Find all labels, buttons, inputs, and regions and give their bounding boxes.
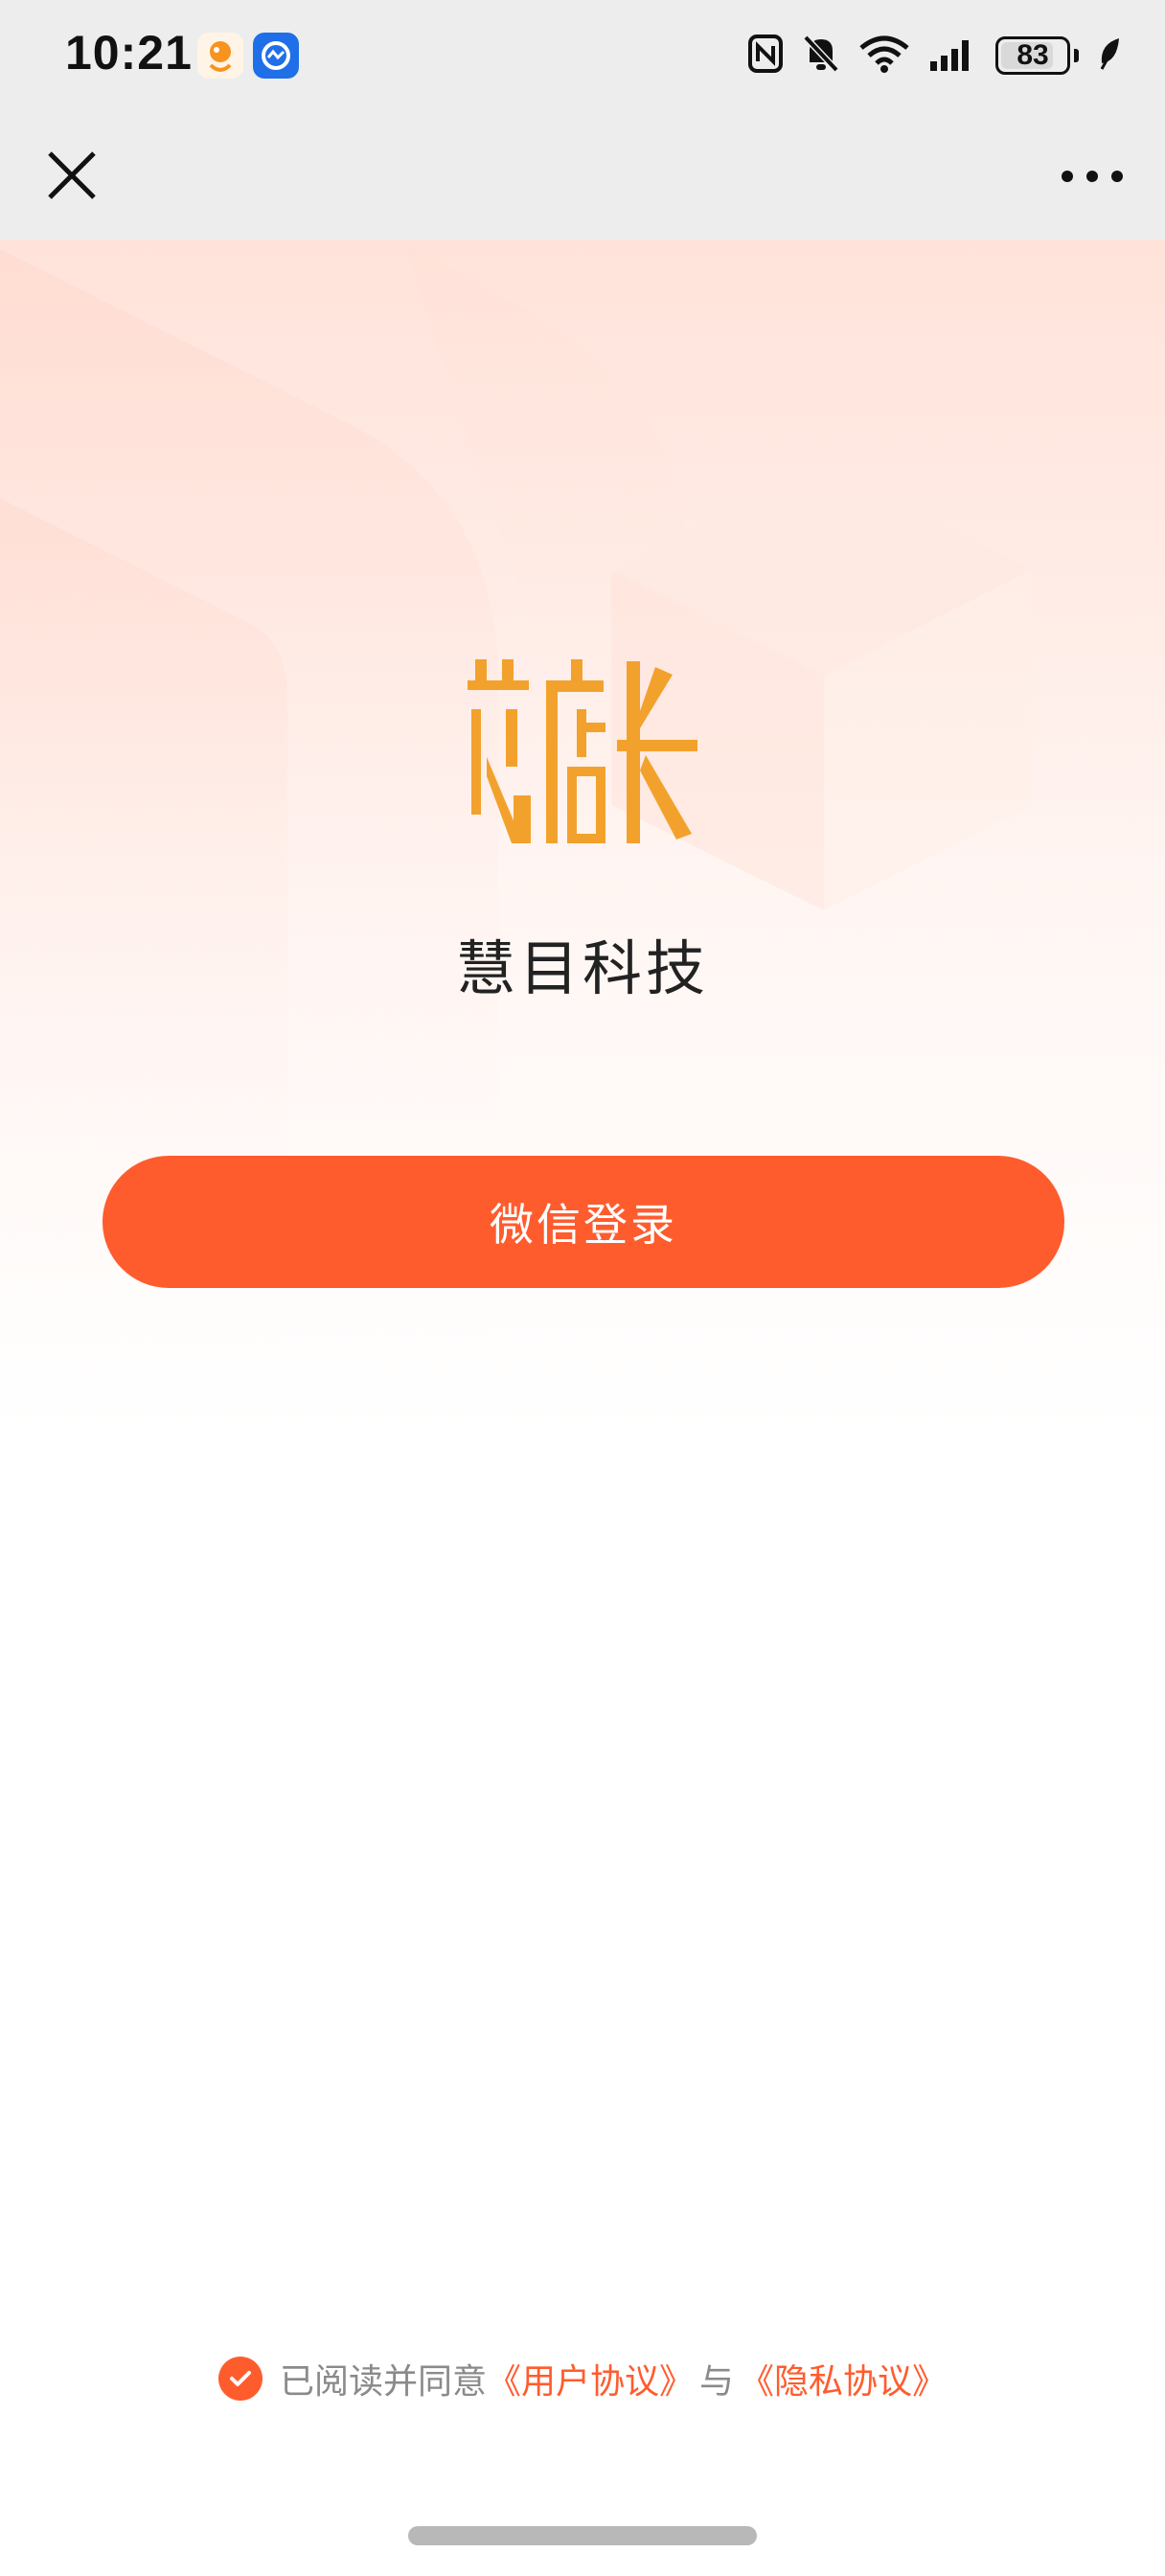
home-indicator[interactable]	[408, 2526, 757, 2545]
check-icon	[229, 2371, 251, 2386]
agreement-prefix: 已阅读并同意	[279, 2362, 487, 2402]
battery-tip	[1074, 49, 1079, 62]
nfc-icon	[748, 34, 783, 77]
logo-icon	[468, 659, 697, 843]
agree-checkbox[interactable]	[217, 2357, 263, 2401]
app-notification-icon-2	[253, 33, 299, 79]
privacy-agreement-link[interactable]: 《隐私协议》	[740, 2354, 947, 2404]
leaf-icon	[1098, 36, 1123, 75]
agreement-connector: 与	[699, 2362, 735, 2402]
nav-bar	[0, 113, 1165, 240]
battery-icon: 83	[995, 36, 1070, 75]
wifi-icon	[859, 34, 909, 77]
screen: 10:21 83 慧目科技 微信登录 已阅读并同意 《用户协议》 与 《隐私协议…	[0, 0, 1165, 2576]
status-time: 10:21	[65, 26, 193, 80]
more-button[interactable]	[1054, 142, 1131, 211]
wechat-login-button[interactable]: 微信登录	[103, 1156, 1064, 1288]
mute-bell-icon	[802, 34, 840, 78]
agreement-row: 已阅读并同意 《用户协议》 与 《隐私协议》	[0, 2354, 1165, 2404]
user-agreement-link[interactable]: 《用户协议》	[487, 2354, 694, 2404]
close-icon	[48, 151, 96, 199]
company-name: 慧目科技	[455, 933, 709, 1003]
close-button[interactable]	[38, 142, 107, 211]
app-notification-icon	[197, 33, 243, 79]
more-icon	[1062, 171, 1123, 182]
status-icons: 83	[748, 29, 1123, 82]
signal-icon	[928, 34, 976, 77]
battery-percent: 83	[1017, 39, 1049, 71]
app-logo	[468, 652, 697, 853]
status-bar: 10:21 83	[0, 0, 1165, 113]
